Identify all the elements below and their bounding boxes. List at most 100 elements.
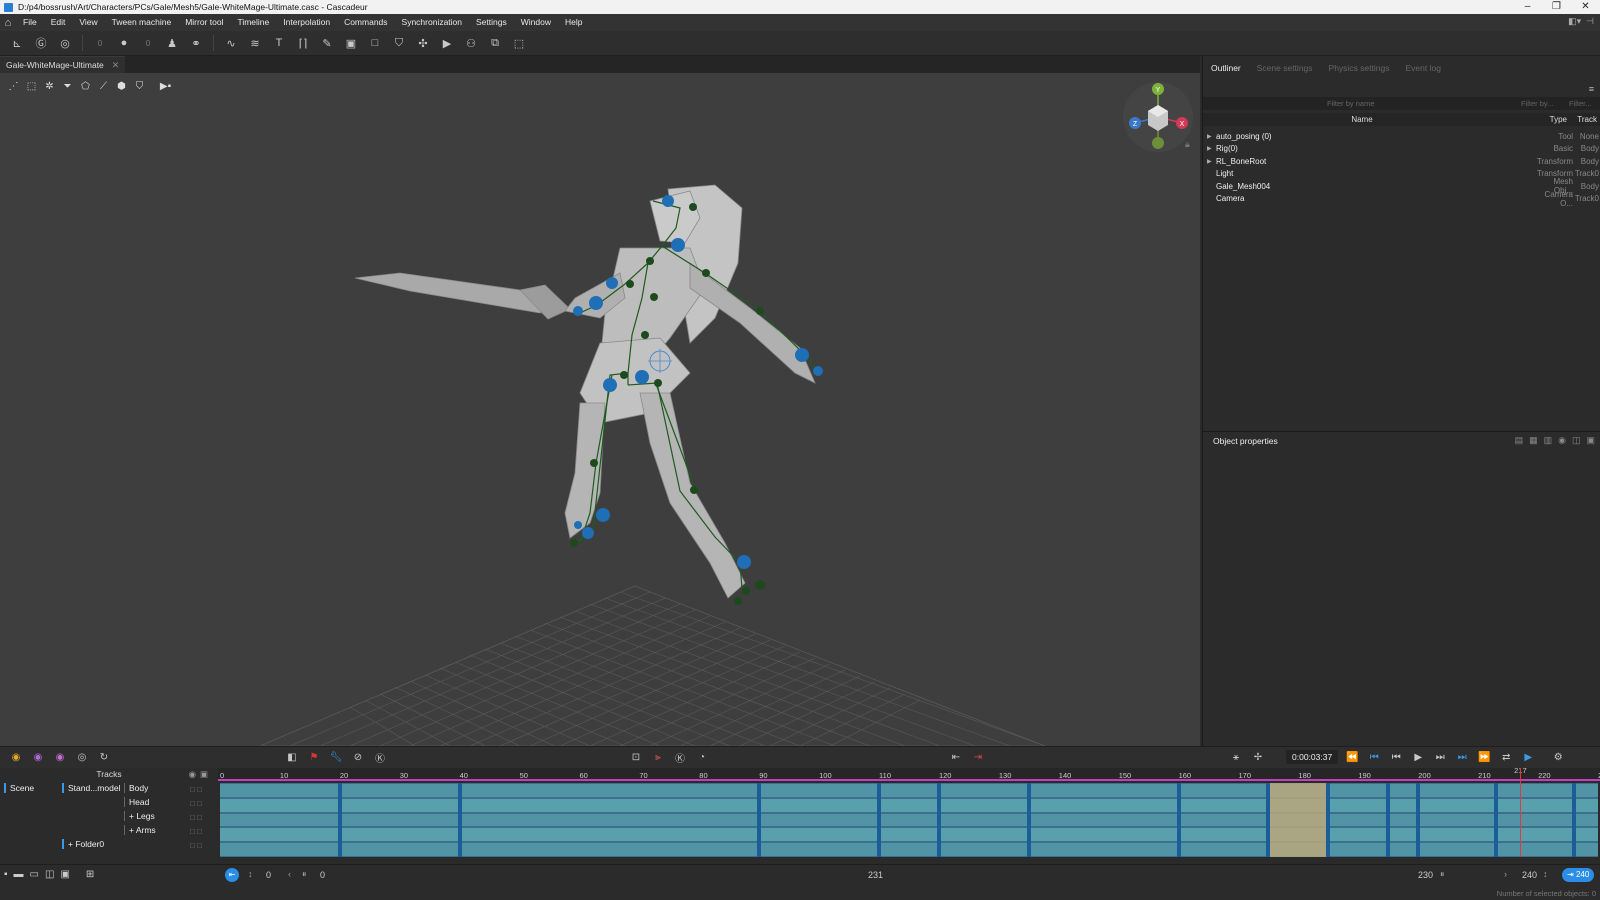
refresh-icon[interactable]: ↻: [96, 749, 112, 765]
keyframe-marker[interactable]: [1266, 783, 1271, 857]
no-icon[interactable]: ⊘: [350, 749, 366, 765]
col-type[interactable]: Type: [1521, 115, 1567, 124]
end-stepper-icon[interactable]: ↕: [1543, 869, 1548, 879]
panel-menu-icon[interactable]: ≡: [1589, 84, 1594, 94]
menu-view[interactable]: View: [72, 14, 104, 31]
next-frame-icon[interactable]: ⏭: [1432, 749, 1448, 765]
play-forward-icon[interactable]: ▶: [1520, 749, 1536, 765]
key-pink-icon[interactable]: ◉: [52, 749, 68, 765]
maximize-button[interactable]: ❐: [1542, 0, 1571, 14]
step-field-2[interactable]: 0: [139, 34, 157, 52]
add-icon[interactable]: ⊞: [86, 869, 94, 880]
interp-icon[interactable]: ≋: [246, 34, 264, 52]
menu-commands[interactable]: Commands: [337, 14, 394, 31]
timeline[interactable]: 0 10 20 30 40 50 60 70 80 90 100 110 120 130 140 150 160…: [218, 766, 1600, 864]
key-orange-icon[interactable]: ◉: [8, 749, 24, 765]
home-icon[interactable]: ⌂: [0, 14, 16, 31]
timeline-ruler[interactable]: 0 10 20 30 40 50 60 70 80 90 100 110 120 130 140 150 160…: [218, 766, 1600, 781]
prop-list-icon[interactable]: ▥: [1544, 435, 1553, 446]
menu-help[interactable]: Help: [558, 14, 589, 31]
range-end-pause-icon[interactable]: ⏸: [1440, 869, 1445, 880]
close-tab-icon[interactable]: ✕: [112, 60, 120, 71]
run-icon[interactable]: ▶: [438, 34, 456, 52]
track-arms[interactable]: + Arms: [124, 825, 156, 835]
layout-tool-icon[interactable]: ⬚: [510, 34, 528, 52]
split-icon[interactable]: ◧: [284, 749, 300, 765]
wrench-icon[interactable]: 🔧︎: [328, 749, 344, 765]
lock-icon[interactable]: ▣: [200, 768, 208, 781]
prop-split-icon[interactable]: ◫: [1572, 435, 1581, 446]
pin-tool-icon[interactable]: ✎: [318, 34, 336, 52]
menu-tween-machine[interactable]: Tween machine: [105, 14, 179, 31]
keyframe-marker[interactable]: [1026, 783, 1031, 857]
expand-arrow-icon[interactable]: ▶: [1207, 133, 1213, 140]
track-model[interactable]: Stand...model: [62, 783, 120, 793]
menu-settings[interactable]: Settings: [469, 14, 514, 31]
end-frame-value[interactable]: 240: [1522, 870, 1537, 880]
timeline-lanes[interactable]: [220, 768, 1598, 857]
menu-window[interactable]: Window: [514, 14, 558, 31]
go-end-icon[interactable]: ⏭: [1454, 749, 1470, 765]
list-item[interactable]: ▶ Rig(0) Basic Body: [1203, 143, 1600, 156]
go-start-icon[interactable]: ⏮: [1366, 749, 1382, 765]
menu-interpolation[interactable]: Interpolation: [276, 14, 337, 31]
keyframe-marker[interactable]: [457, 783, 462, 857]
keyframe-marker[interactable]: [757, 783, 762, 857]
range-start-stepper-icon[interactable]: ↕: [248, 869, 253, 879]
menu-file[interactable]: File: [16, 14, 44, 31]
new-doc-icon[interactable]: ▪: [4, 869, 8, 880]
timecode-display[interactable]: 0:00:03:37: [1286, 750, 1339, 764]
menu-edit[interactable]: Edit: [44, 14, 73, 31]
link-icon[interactable]: ⚭: [187, 34, 205, 52]
bracket-icon[interactable]: ⌈⌉: [294, 34, 312, 52]
menu-synchronization[interactable]: Synchronization: [395, 14, 469, 31]
eye-icon[interactable]: ◉: [189, 768, 196, 781]
col-track[interactable]: Track: [1567, 115, 1597, 124]
ik-icon[interactable]: Ⓚ: [372, 749, 388, 765]
range-icon[interactable]: ⇤: [948, 749, 964, 765]
bone-icon[interactable]: ✣: [414, 34, 432, 52]
timeline-settings-icon[interactable]: ⚙: [1550, 749, 1566, 765]
layer-icon[interactable]: ◫: [45, 869, 54, 880]
track-scene[interactable]: Scene: [4, 783, 34, 793]
graph-icon[interactable]: ⫸: [650, 749, 666, 765]
copy-icon[interactable]: ▣: [60, 869, 69, 880]
range-prev-icon[interactable]: ‹: [288, 869, 291, 879]
mirror-icon[interactable]: ⧉: [486, 34, 504, 52]
track-legs[interactable]: + Legs: [124, 811, 155, 821]
lock-view-icon[interactable]: 🔒︎: [1185, 139, 1190, 150]
save-icon[interactable]: ▭: [30, 869, 39, 880]
col-name[interactable]: Name: [1203, 115, 1521, 124]
playhead[interactable]: [1520, 768, 1522, 857]
tab-event-log[interactable]: Event log: [1397, 56, 1448, 80]
prop-grid-icon[interactable]: ▦: [1529, 435, 1538, 446]
range-start-value[interactable]: 0: [266, 870, 271, 880]
minimize-button[interactable]: –: [1513, 0, 1542, 14]
prop-expand-icon[interactable]: ▣: [1586, 435, 1595, 446]
viewport-3d[interactable]: ⋰ ⬚ ✲ ⏷ ⬠ ⟋ ⬢ ⛉ ▶▪ Y X Z 🔒︎: [0, 73, 1200, 746]
eye-icon[interactable]: ◉: [1558, 435, 1566, 446]
track-folder[interactable]: + Folder0: [62, 839, 104, 849]
curve-icon[interactable]: ∿: [222, 34, 240, 52]
prop-view-icon[interactable]: ▤: [1515, 435, 1524, 446]
track-checkboxes[interactable]: □ □ □ □ □ □ □ □ □ □: [190, 783, 202, 853]
pivot-tl-icon[interactable]: ✢: [1250, 749, 1266, 765]
prev-key-icon[interactable]: ⏪: [1344, 749, 1360, 765]
track-head[interactable]: Head: [124, 797, 149, 807]
keyframe-marker[interactable]: [936, 783, 941, 857]
filter-name-input[interactable]: Filter by name: [1323, 99, 1513, 108]
next-key-icon[interactable]: ⏩: [1476, 749, 1492, 765]
ik2-icon[interactable]: Ⓚ: [672, 749, 688, 765]
filter-track-input[interactable]: Filter...: [1565, 99, 1597, 108]
shield-icon[interactable]: ⛉: [390, 34, 408, 52]
tab-scene-settings[interactable]: Scene settings: [1249, 56, 1321, 80]
end-badge[interactable]: ⇥ 240: [1562, 868, 1595, 882]
keyframe-marker[interactable]: [1416, 783, 1421, 857]
joint-icon[interactable]: ●: [115, 34, 133, 52]
fit-icon[interactable]: ⊡: [628, 749, 644, 765]
pose-icon[interactable]: ⚇: [462, 34, 480, 52]
range-next-icon[interactable]: ›: [1504, 869, 1507, 879]
range-mid-icon[interactable]: ⏸: [302, 869, 307, 880]
tab-outliner[interactable]: Outliner: [1203, 56, 1249, 80]
keyframe-marker[interactable]: [1494, 783, 1499, 857]
